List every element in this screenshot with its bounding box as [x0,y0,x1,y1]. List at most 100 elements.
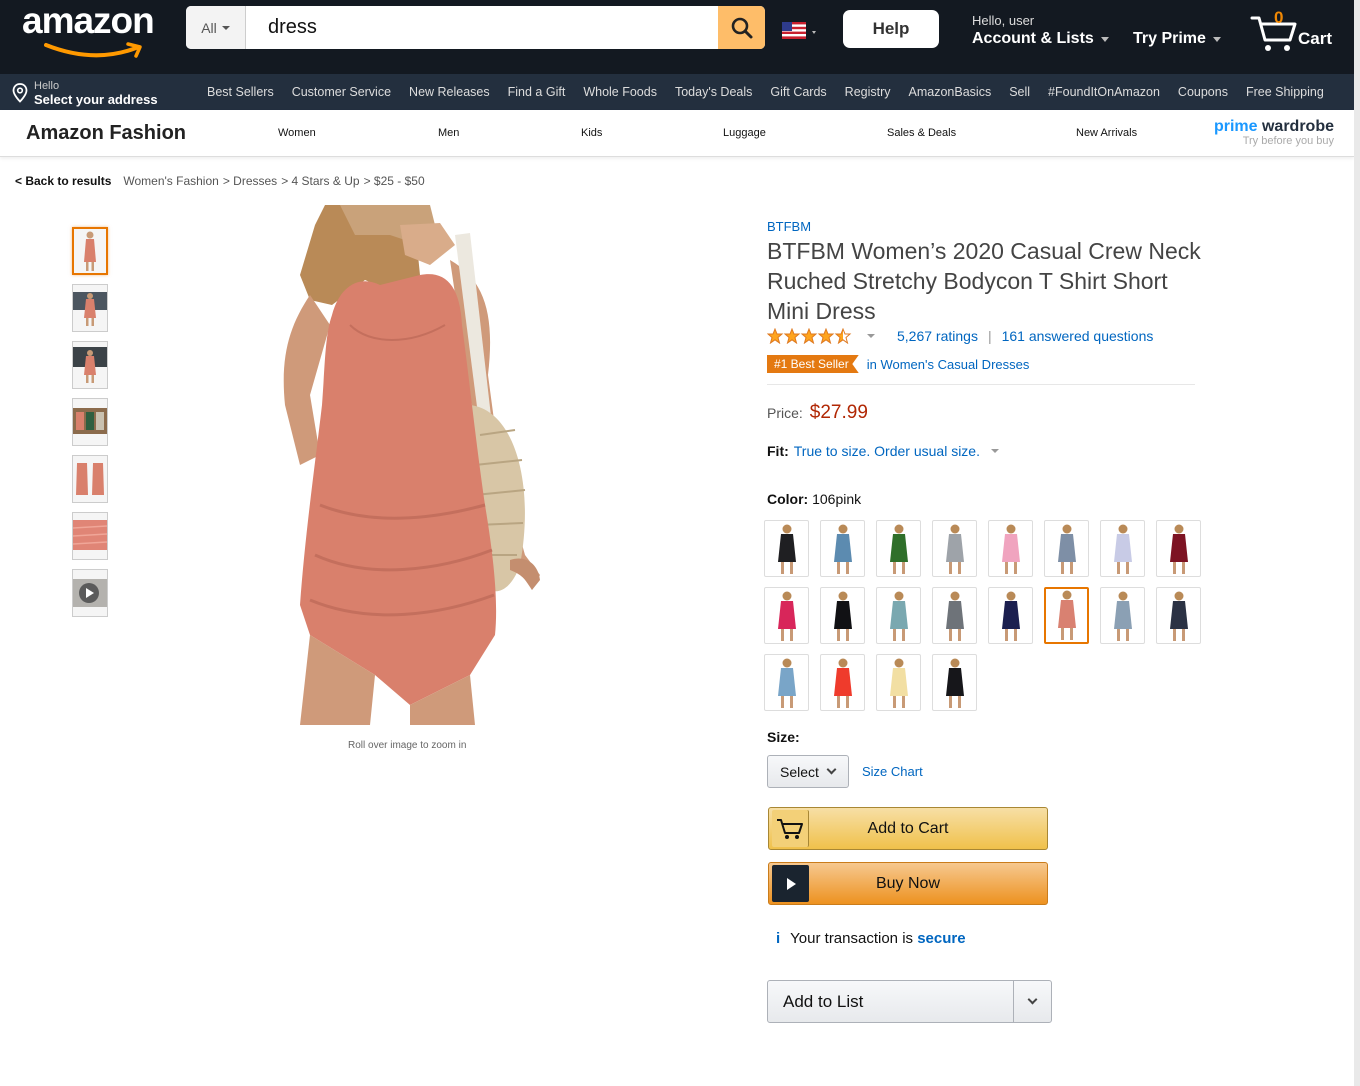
main-product-image[interactable] [270,205,560,725]
nav-link-free-shipping[interactable]: Free Shipping [1237,85,1333,99]
color-swatch[interactable] [876,654,921,711]
size-chart-link[interactable]: Size Chart [862,764,923,779]
fashion-link-kids[interactable]: Kids [581,127,602,139]
color-swatch[interactable] [876,520,921,577]
fashion-link-new-arrivals[interactable]: New Arrivals [1076,127,1137,139]
nav-link-amazonbasics[interactable]: AmazonBasics [900,85,1001,99]
add-to-list-dropdown[interactable] [1013,981,1051,1022]
fashion-link-sales-deals[interactable]: Sales & Deals [887,127,956,139]
color-swatch[interactable] [1100,520,1145,577]
prime-wardrobe-logo[interactable]: prime wardrobe Try before you buy [1212,118,1334,147]
video-thumbnail[interactable] [72,569,108,617]
thumbnail-strip [72,227,108,626]
account-menu[interactable]: Hello, user Account & Lists [972,13,1109,48]
dress-swatch-image [833,591,852,641]
fit-row: Fit: True to size. Order usual size. [767,443,999,459]
color-swatch[interactable] [988,587,1033,644]
color-swatch[interactable] [764,654,809,711]
breadcrumb-womens-fashion[interactable]: Women's Fashion [123,174,218,188]
color-swatch[interactable] [820,587,865,644]
amazon-logo[interactable]: amazon [22,0,172,58]
color-swatch[interactable] [820,654,865,711]
nav-link-founditonamazon[interactable]: #FoundItOnAmazon [1039,85,1169,99]
delivery-address[interactable]: Hello Select your address [12,80,158,107]
nav-link-best-sellers[interactable]: Best Sellers [198,85,283,99]
add-to-list-button[interactable]: Add to List [767,980,1052,1023]
fit-value-link[interactable]: True to size. Order usual size. [794,443,980,459]
location-pin-icon [12,83,28,103]
dress-swatch-image [1113,591,1132,641]
secure-link[interactable]: secure [917,930,965,947]
color-swatch[interactable] [988,520,1033,577]
price-row: Price: $27.99 [767,402,868,424]
back-to-results-link[interactable]: < Back to results [15,174,111,188]
color-swatch[interactable] [876,587,921,644]
thumbnail-image[interactable] [72,341,108,389]
thumbnail-image[interactable] [72,512,108,560]
size-dropdown[interactable]: Select [767,755,849,788]
nav-link-new-releases[interactable]: New Releases [400,85,499,99]
product-title: BTFBM Women’s 2020 Casual Crew Neck Ruch… [767,238,1201,324]
color-swatch[interactable] [1044,520,1089,577]
price-value: $27.99 [809,402,868,423]
nav-link-todays-deals[interactable]: Today's Deals [666,85,761,99]
help-button[interactable]: Help [843,10,939,48]
answered-questions-link[interactable]: 161 answered questions [1002,328,1154,344]
thumbnail-image[interactable] [72,455,108,503]
color-swatch[interactable] [820,520,865,577]
fit-label: Fit: [767,443,789,459]
main-navbar: Hello Select your address Best Sellers C… [0,74,1354,110]
color-swatch[interactable] [932,587,977,644]
breadcrumb-4-stars[interactable]: > 4 Stars & Up [281,174,359,188]
ratings-count-link[interactable]: 5,267 ratings [897,328,978,344]
color-swatch[interactable] [1044,587,1089,644]
color-swatch[interactable] [764,520,809,577]
search-department-label: All [201,19,217,36]
add-to-cart-button[interactable]: Add to Cart [768,807,1048,850]
nav-link-find-a-gift[interactable]: Find a Gift [499,85,575,99]
search-department-select[interactable]: All [186,6,246,49]
best-seller-category-link[interactable]: in Women's Casual Dresses [867,357,1030,372]
breadcrumb-price-range[interactable]: > $25 - $50 [364,174,425,188]
cart-button[interactable]: 0 Cart [1250,8,1340,56]
try-prime-menu[interactable]: Try Prime [1133,30,1221,48]
chevron-down-icon [826,764,837,775]
color-swatch[interactable] [1100,587,1145,644]
fashion-link-women[interactable]: Women [278,127,316,139]
chevron-down-icon[interactable] [990,449,999,453]
breadcrumb-dresses[interactable]: > Dresses [223,174,277,188]
color-swatch[interactable] [932,520,977,577]
play-icon [772,865,809,902]
nav-link-whole-foods[interactable]: Whole Foods [574,85,666,99]
color-swatch[interactable] [932,654,977,711]
brand-link[interactable]: BTFBM [767,219,811,234]
search-button[interactable] [718,6,765,49]
color-swatch[interactable] [1156,587,1201,644]
account-label: Account & Lists [972,30,1094,47]
star-rating-icon [767,328,852,344]
fashion-link-luggage[interactable]: Luggage [723,127,766,139]
nav-link-registry[interactable]: Registry [836,85,900,99]
address-prompt: Select your address [34,92,158,107]
nav-link-sell[interactable]: Sell [1000,85,1039,99]
chevron-down-icon[interactable] [867,334,875,338]
color-swatch[interactable] [764,587,809,644]
search-input[interactable] [246,6,718,49]
nav-link-coupons[interactable]: Coupons [1169,85,1237,99]
thumbnail-image[interactable] [72,284,108,332]
price-label: Price: [767,405,803,421]
star-rating[interactable] [767,328,855,344]
separator: | [987,328,992,344]
dress-swatch-image [1169,591,1188,641]
buy-now-button[interactable]: Buy Now [768,862,1048,905]
nav-link-customer-service[interactable]: Customer Service [283,85,400,99]
nav-link-gift-cards[interactable]: Gift Cards [761,85,835,99]
fashion-link-men[interactable]: Men [438,127,459,139]
language-selector[interactable] [782,21,822,43]
color-swatch[interactable] [1156,520,1201,577]
fashion-title[interactable]: Amazon Fashion [26,122,186,145]
best-seller-badge[interactable]: #1 Best Seller [767,355,859,373]
play-video-icon [73,579,107,607]
thumbnail-image[interactable] [72,227,108,275]
thumbnail-image[interactable] [72,398,108,446]
